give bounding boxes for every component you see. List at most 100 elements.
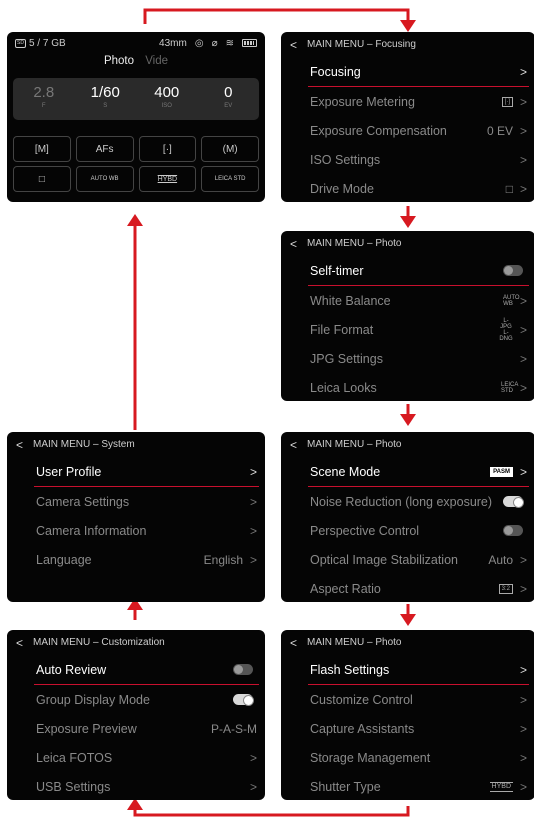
menu-item-flash-settings[interactable]: Flash Settings > <box>281 655 534 684</box>
chevron-right-icon: > <box>519 552 527 567</box>
menu-item-image-stabilization[interactable]: Optical Image Stabilization Auto > <box>281 545 534 574</box>
menu-item-leica-looks[interactable]: Leica Looks LEICA STD > <box>281 373 534 401</box>
back-chevron-icon[interactable]: < <box>16 636 23 650</box>
menu-item-exposure-preview[interactable]: Exposure Preview P-A-S-M <box>7 714 265 743</box>
menu-item-iso-settings[interactable]: ISO Settings > <box>281 145 534 174</box>
quick-settings-grid: [M] AFs [·] (M) □ AUTO WB HYBD LEICA STD <box>13 136 259 192</box>
menu-item-self-timer[interactable]: Self-timer <box>281 256 534 285</box>
aperture-value: 2.8 <box>33 84 55 101</box>
chevron-right-icon: > <box>519 293 527 308</box>
chevron-right-icon: > <box>519 692 527 707</box>
ev-cell[interactable]: 0 EV <box>198 78 260 120</box>
chevron-right-icon: > <box>249 494 257 509</box>
chevron-right-icon: > <box>519 123 527 138</box>
chevron-right-icon: > <box>519 662 527 677</box>
menu-item-noise-reduction[interactable]: Noise Reduction (long exposure) <box>281 487 534 516</box>
iso-value: 400 <box>154 84 180 101</box>
menu-header: < MAIN MENU – System <box>7 432 265 457</box>
menu-item-storage-management[interactable]: Storage Management > <box>281 743 534 772</box>
tab-video[interactable]: Vide <box>145 55 168 67</box>
chevron-right-icon: > <box>519 64 527 79</box>
menu-title: MAIN MENU – Photo <box>307 637 402 648</box>
self-timer-toggle[interactable] <box>503 265 523 276</box>
exposure-mode-button[interactable]: [M] <box>13 136 71 162</box>
chevron-right-icon: > <box>519 464 527 479</box>
leica-std-icon: LEICA STD <box>501 381 519 394</box>
auto-wb-icon: AUTO WB <box>503 294 520 307</box>
scene-mode-button[interactable]: (M) <box>201 136 259 162</box>
menu-title: MAIN MENU – System <box>33 439 135 450</box>
tab-photo[interactable]: Photo <box>104 55 134 67</box>
menu-item-white-balance[interactable]: White Balance AUTO WB > <box>281 286 534 315</box>
photo-menu-1-screen: < MAIN MENU – Photo Self-timer White Bal… <box>281 231 534 401</box>
back-chevron-icon[interactable]: < <box>290 438 297 452</box>
back-chevron-icon[interactable]: < <box>290 38 297 52</box>
menu-item-customize-control[interactable]: Customize Control > <box>281 685 534 714</box>
menu-item-camera-settings[interactable]: Camera Settings > <box>7 487 265 516</box>
shutter-cell[interactable]: 1/60 S <box>75 78 137 120</box>
chevron-right-icon: > <box>249 552 257 567</box>
menu-item-group-display-mode[interactable]: Group Display Mode <box>7 685 265 714</box>
status-screen: SD 5 / 7 GB 43mm ◎ ⌀ ≋ Photo Vide 2.8 F … <box>7 32 265 202</box>
noise-reduction-toggle[interactable] <box>503 496 524 508</box>
iso-unit: ISO <box>161 103 172 109</box>
iso-cell[interactable]: 400 ISO <box>136 78 198 120</box>
menu-item-leica-fotos[interactable]: Leica FOTOS > <box>7 743 265 772</box>
chevron-right-icon: > <box>519 581 527 596</box>
focus-mode-button[interactable]: AFs <box>75 136 134 162</box>
menu-item-user-profile[interactable]: User Profile > <box>7 457 265 486</box>
group-display-toggle[interactable] <box>233 694 254 706</box>
menu-item-exposure-compensation[interactable]: Exposure Compensation 0 EV > <box>281 116 534 145</box>
storage-readout: 5 / 7 GB <box>28 37 66 49</box>
back-chevron-icon[interactable]: < <box>290 636 297 650</box>
chevron-right-icon: > <box>519 779 527 794</box>
menu-item-language[interactable]: Language English > <box>7 545 265 574</box>
battery-icon <box>242 39 257 47</box>
menu-item-auto-review[interactable]: Auto Review <box>7 655 265 684</box>
menu-item-focusing[interactable]: Focusing > <box>281 57 534 86</box>
menu-item-camera-information[interactable]: Camera Information > <box>7 516 265 545</box>
hybrid-shutter-icon: HYBD <box>489 781 513 792</box>
shutter-value: 1/60 <box>90 84 120 101</box>
chevron-right-icon: > <box>519 380 527 395</box>
pasm-icon: PASM <box>490 466 513 477</box>
menu-item-jpg-settings[interactable]: JPG Settings > <box>281 344 534 373</box>
menu-title: MAIN MENU – Focusing <box>307 39 416 50</box>
perspective-control-toggle[interactable] <box>503 525 523 536</box>
photo-menu-2-screen: < MAIN MENU – Photo Scene Mode PASM > No… <box>281 432 534 602</box>
auto-review-toggle[interactable] <box>233 664 253 675</box>
gps-off-icon: ⌀ <box>211 37 218 49</box>
chevron-right-icon: > <box>249 779 257 794</box>
menu-item-shutter-type[interactable]: Shutter Type HYBD > <box>281 772 534 800</box>
menu-header: < MAIN MENU – Photo <box>281 231 534 256</box>
menu-item-capture-assistants[interactable]: Capture Assistants > <box>281 714 534 743</box>
leica-looks-button[interactable]: LEICA STD <box>201 166 259 192</box>
ev-unit: EV <box>224 103 233 109</box>
back-chevron-icon[interactable]: < <box>290 237 297 251</box>
ev-value: 0 <box>224 84 233 101</box>
shutter-type-button[interactable]: HYBD <box>138 166 197 192</box>
back-chevron-icon[interactable]: < <box>16 438 23 452</box>
aperture-unit: F <box>41 103 46 109</box>
photo-menu-3-screen: < MAIN MENU – Photo Flash Settings > Cus… <box>281 630 534 800</box>
menu-item-usb-settings[interactable]: USB Settings > <box>7 772 265 800</box>
menu-item-scene-mode[interactable]: Scene Mode PASM > <box>281 457 534 486</box>
chevron-right-icon: > <box>519 152 527 167</box>
white-balance-button[interactable]: AUTO WB <box>75 166 134 192</box>
aperture-cell[interactable]: 2.8 F <box>13 78 75 120</box>
menu-title: MAIN MENU – Photo <box>307 238 402 249</box>
menu-item-file-format[interactable]: File Format L-JPG L-DNG > <box>281 315 534 344</box>
menu-item-exposure-metering[interactable]: Exposure Metering [·] > <box>281 87 534 116</box>
menu-header: < MAIN MENU – Photo <box>281 630 534 655</box>
chevron-right-icon: > <box>519 721 527 736</box>
menu-title: MAIN MENU – Photo <box>307 439 402 450</box>
metering-button[interactable]: [·] <box>138 136 197 162</box>
focusing-menu-screen: < MAIN MENU – Focusing Focusing > Exposu… <box>281 32 534 202</box>
menu-item-perspective-control[interactable]: Perspective Control <box>281 516 534 545</box>
menu-item-drive-mode[interactable]: Drive Mode □ > <box>281 174 534 202</box>
customization-menu-screen: < MAIN MENU – Customization Auto Review … <box>7 630 265 800</box>
chevron-right-icon: > <box>249 750 257 765</box>
menu-header: < MAIN MENU – Focusing <box>281 32 534 57</box>
menu-item-aspect-ratio[interactable]: Aspect Ratio 3:2 > <box>281 574 534 602</box>
drive-mode-button[interactable]: □ <box>13 166 71 192</box>
